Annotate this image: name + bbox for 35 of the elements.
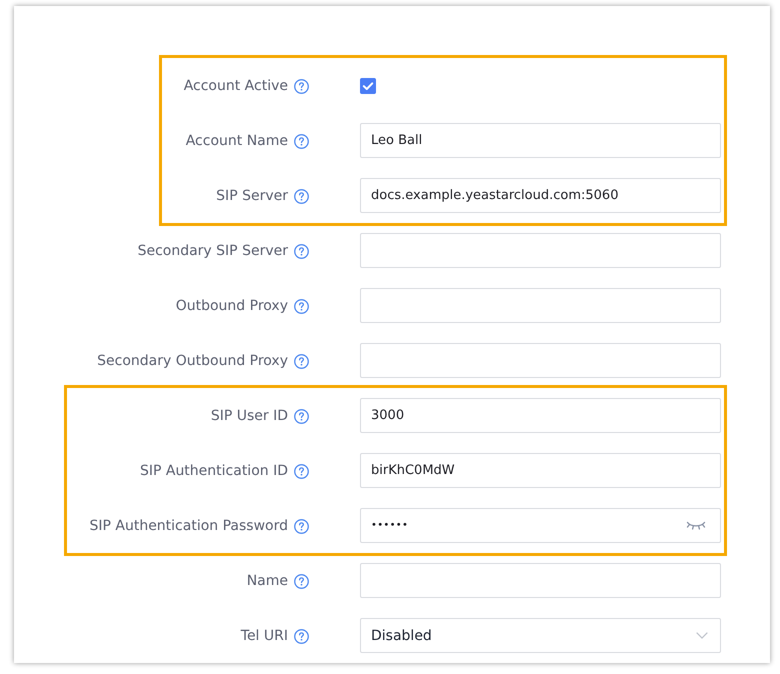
text-field[interactable]	[360, 563, 721, 598]
help-icon[interactable]	[294, 519, 309, 534]
text-field[interactable]	[360, 288, 721, 323]
help-icon[interactable]	[294, 79, 309, 94]
field-label: SIP User ID	[210, 408, 288, 424]
field-label: SIP Server	[216, 188, 288, 204]
help-icon[interactable]	[294, 629, 309, 644]
text-field[interactable]: 3000	[360, 398, 721, 433]
select-dropdown[interactable]: Disabled	[360, 618, 721, 653]
checkbox[interactable]	[360, 78, 376, 94]
text-field[interactable]	[360, 343, 721, 378]
field-label: Account Active	[184, 78, 288, 94]
field-label: Account Name	[186, 132, 288, 148]
password-field[interactable]: ••••••	[360, 508, 721, 543]
field-label: Secondary SIP Server	[138, 242, 288, 258]
help-icon[interactable]	[294, 464, 309, 479]
chevron-down-icon	[696, 632, 708, 639]
text-field[interactable]	[360, 233, 721, 268]
closed-eye-icon[interactable]	[686, 521, 706, 530]
help-icon[interactable]	[294, 409, 309, 424]
text-field[interactable]: docs.example.yeastarcloud.com:5060	[360, 178, 721, 213]
help-icon[interactable]	[294, 189, 309, 204]
text-field[interactable]: birKhC0MdW	[360, 453, 721, 488]
field-label: Tel URI	[240, 628, 288, 644]
field-label: SIP Authentication Password	[89, 518, 288, 534]
field-label: SIP Authentication ID	[140, 462, 288, 478]
help-icon[interactable]	[294, 354, 309, 369]
help-icon[interactable]	[294, 134, 309, 149]
help-icon[interactable]	[294, 299, 309, 314]
field-label: Secondary Outbound Proxy	[97, 352, 288, 368]
field-label: Outbound Proxy	[176, 298, 288, 314]
help-icon[interactable]	[294, 244, 309, 259]
help-icon[interactable]	[294, 574, 309, 589]
text-field[interactable]: Leo Ball	[360, 123, 721, 158]
field-label: Name	[246, 572, 288, 588]
